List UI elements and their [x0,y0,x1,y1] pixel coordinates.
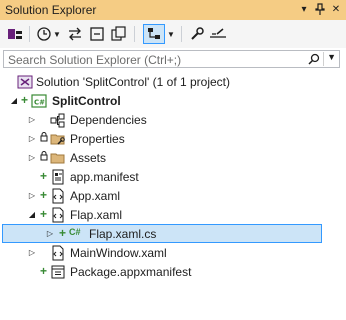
tree-item-label: Dependencies [70,113,147,127]
properties-wrench-icon[interactable] [189,24,205,44]
xaml-file-icon [50,188,66,204]
collapsed-arrow-icon[interactable]: ▷ [45,228,55,238]
search-input[interactable]: Search Solution Explorer (Ctrl+;) [8,53,181,67]
dependencies-icon [50,112,66,128]
tree-item-label: SplitControl [52,94,121,108]
lock-icon [40,151,48,164]
xaml-file-icon [50,245,66,261]
switch-views-icon[interactable] [6,24,24,44]
toolbar-separator [29,26,30,42]
tree-item-label: Package.appxmanifest [70,265,192,279]
tree-item-label: App.xaml [70,189,121,203]
toolbar-separator [134,26,135,42]
collapsed-arrow-icon[interactable]: ▷ [27,247,37,257]
tree-item-label: Properties [70,132,125,146]
tree-item-assets[interactable]: ▷ Assets [0,148,346,167]
solution-icon [17,74,33,90]
window-position-icon[interactable]: ▾ [297,2,311,16]
tree-item-app-xaml[interactable]: ▷ + App.xaml [0,186,346,205]
tree-item-label: Solution 'SplitControl' (1 of 1 project) [36,75,231,89]
expanded-arrow-icon[interactable]: ◢ [9,95,19,105]
tree-item-flap-xaml-cs[interactable]: ▷ + C# Flap.xaml.cs [2,224,322,243]
xaml-file-icon [50,207,66,223]
tree-item-label: Flap.xaml [70,208,123,222]
tree-item-dependencies[interactable]: ▷ Dependencies [0,110,346,129]
added-plus-icon: + [40,169,48,183]
properties-folder-icon [50,131,66,147]
toolbar-separator [181,26,182,42]
preview-dropdown-icon[interactable]: ▼ [167,24,175,44]
title-bar: Solution Explorer ▾ ✕ [0,0,346,20]
expanded-arrow-icon[interactable]: ◢ [27,209,37,219]
appxmanifest-file-icon [50,264,66,280]
folder-icon [50,150,66,166]
added-plus-icon: + [21,93,29,107]
added-plus-icon: + [40,207,48,221]
collapsed-arrow-icon[interactable]: ▷ [27,114,37,124]
csharp-file-icon: C# [69,227,81,237]
tree-item-label: app.manifest [70,170,139,184]
tree-item-solution[interactable]: Solution 'SplitControl' (1 of 1 project) [0,72,346,91]
csharp-project-icon: C# [31,93,47,109]
tree-item-label: Assets [70,151,107,165]
added-plus-icon: + [40,188,48,202]
tree-item-mainwindow-xaml[interactable]: ▷ MainWindow.xaml [0,243,346,262]
tree-item-app-manifest[interactable]: + app.manifest [0,167,346,186]
tree-item-label: Flap.xaml.cs [89,227,157,241]
toolbar: ▼ ▼ [0,20,346,48]
collapsed-arrow-icon[interactable]: ▷ [27,133,37,143]
manifest-file-icon [50,169,66,185]
search-icon[interactable] [308,53,320,68]
added-plus-icon: + [40,264,48,278]
collapsed-arrow-icon[interactable]: ▷ [27,190,37,200]
tree-item-flap-xaml[interactable]: ◢ + Flap.xaml [0,205,346,224]
collapse-all-icon[interactable] [89,24,105,44]
history-dropdown-icon[interactable]: ▼ [53,24,61,44]
added-plus-icon: + [59,226,67,240]
tree-item-project[interactable]: ◢ + C# SplitControl [0,91,346,110]
search-box[interactable]: Search Solution Explorer (Ctrl+;) ▼ [3,50,340,68]
tree-item-properties[interactable]: ▷ Properties [0,129,346,148]
search-options-dropdown-icon[interactable]: ▼ [327,52,336,62]
pending-changes-icon[interactable] [209,24,227,44]
tree-item-package-appxmanifest[interactable]: + Package.appxmanifest [0,262,346,281]
tree-item-label: MainWindow.xaml [70,246,167,260]
history-icon[interactable] [36,24,52,44]
close-icon[interactable]: ✕ [329,2,343,16]
svg-text:C#: C# [34,99,45,107]
panel-title: Solution Explorer [5,3,97,17]
collapsed-arrow-icon[interactable]: ▷ [27,152,37,162]
lock-icon [40,132,48,145]
sync-icon[interactable] [67,24,83,44]
pin-icon[interactable] [313,2,327,16]
show-all-files-icon[interactable] [111,24,127,44]
preview-selected-items-icon[interactable] [143,24,165,44]
search-divider [323,52,324,66]
